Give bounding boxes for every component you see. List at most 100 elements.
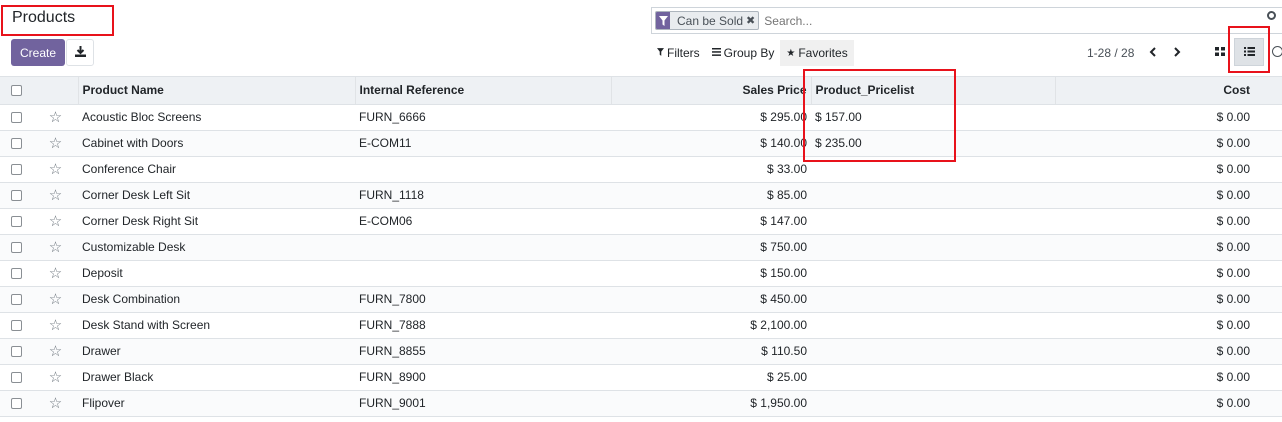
group-by-button[interactable]: Group By <box>706 40 781 66</box>
sales-price-cell[interactable]: $ 25.00 <box>611 364 811 391</box>
table-row[interactable]: ☆Four Person DeskFURN_8220$ 2,350.00 $ 0.… <box>0 416 1282 422</box>
sales-price-cell[interactable]: $ 750.00 <box>611 234 811 261</box>
cost-cell[interactable]: $ 0.00 <box>1055 234 1282 261</box>
table-row[interactable]: ☆ Flipover FURN_9001 $ 1,950.00 $ 0.00 <box>0 390 1282 417</box>
internal-reference-cell[interactable]: E-COM06 <box>355 208 611 235</box>
sales-price-cell[interactable]: $ 295.00 <box>611 104 811 131</box>
download-button[interactable] <box>66 39 94 66</box>
row-select-cell[interactable] <box>0 182 33 209</box>
table-row[interactable]: ☆ Corner Desk Left Sit FURN_1118 $ 85.00 $ 0… <box>0 182 1282 209</box>
row-checkbox[interactable] <box>11 345 22 357</box>
favorite-star-icon[interactable]: ☆ <box>33 364 78 391</box>
favorite-star-icon[interactable]: ☆ <box>33 260 78 287</box>
table-row[interactable]: ☆ Conference Chair $ 33.00 $ 0.00 <box>0 156 1282 183</box>
cost-cell[interactable]: $ 0.00 <box>1055 390 1282 417</box>
product-name-cell[interactable]: Corner Desk Left Sit <box>78 182 355 209</box>
row-select-cell[interactable] <box>0 104 33 131</box>
list-view-button[interactable] <box>1234 38 1264 66</box>
pager-next-button[interactable] <box>1169 43 1185 61</box>
row-checkbox[interactable] <box>11 111 22 123</box>
pricelist-cell[interactable]: $ 157.00 <box>811 104 1055 131</box>
cost-cell[interactable]: $ 0.00 <box>1055 312 1282 339</box>
select-all-checkbox[interactable] <box>11 84 22 96</box>
sales-price-cell[interactable]: $ 150.00 <box>611 260 811 287</box>
select-all-cell[interactable] <box>0 77 33 105</box>
favorite-star-icon[interactable]: ☆ <box>33 156 78 183</box>
row-select-cell[interactable] <box>0 338 33 365</box>
row-select-cell[interactable] <box>0 312 33 339</box>
sales-price-cell[interactable]: $ 2,350.00 <box>611 416 811 422</box>
cost-cell[interactable]: $ 0.00 <box>1055 208 1282 235</box>
product-name-cell[interactable]: Desk Combination <box>78 286 355 313</box>
favorite-star-icon[interactable]: ☆ <box>33 182 78 209</box>
row-select-cell[interactable] <box>0 156 33 183</box>
pricelist-cell[interactable] <box>811 364 1055 391</box>
cost-cell[interactable]: $ 0.00 <box>1055 104 1282 131</box>
pricelist-cell[interactable] <box>811 416 1055 422</box>
internal-reference-cell[interactable]: FURN_8855 <box>355 338 611 365</box>
row-checkbox[interactable] <box>11 267 22 279</box>
sales-price-cell[interactable]: $ 147.00 <box>611 208 811 235</box>
pricelist-cell[interactable] <box>811 208 1055 235</box>
row-checkbox[interactable] <box>11 293 22 305</box>
product-name-cell[interactable]: Drawer <box>78 338 355 365</box>
column-header-cost[interactable]: Cost <box>1054 77 1282 105</box>
row-select-cell[interactable] <box>0 390 33 417</box>
table-row[interactable]: ☆ Desk Combination FURN_7800 $ 450.00 $ 0.00 <box>0 286 1282 313</box>
column-header-sales-price[interactable]: Sales Price <box>610 77 811 105</box>
row-select-cell[interactable] <box>0 234 33 261</box>
product-name-cell[interactable]: Customizable Desk <box>78 234 355 261</box>
internal-reference-cell[interactable]: FURN_6666 <box>355 104 611 131</box>
pricelist-cell[interactable] <box>811 234 1055 261</box>
row-checkbox[interactable] <box>11 189 22 201</box>
favorite-star-icon[interactable]: ☆ <box>33 286 78 313</box>
internal-reference-cell[interactable]: FURN_7800 <box>355 286 611 313</box>
sales-price-cell[interactable]: $ 2,100.00 <box>611 312 811 339</box>
facet-remove-icon[interactable]: ✖ <box>746 12 758 29</box>
product-name-cell[interactable]: Deposit <box>78 260 355 287</box>
internal-reference-cell[interactable]: FURN_1118 <box>355 182 611 209</box>
sales-price-cell[interactable]: $ 140.00 <box>611 130 811 157</box>
product-name-cell[interactable]: Desk Stand with Screen <box>78 312 355 339</box>
cost-cell[interactable]: $ 0.00 <box>1055 260 1282 287</box>
sales-price-cell[interactable]: $ 85.00 <box>611 182 811 209</box>
internal-reference-cell[interactable]: FURN_8220 <box>355 416 611 422</box>
internal-reference-cell[interactable] <box>355 234 611 261</box>
pricelist-cell[interactable] <box>811 390 1055 417</box>
row-checkbox[interactable] <box>11 371 22 383</box>
cost-cell[interactable]: $ 0.00 <box>1055 182 1282 209</box>
pricelist-cell[interactable] <box>811 338 1055 365</box>
column-header-internal-reference[interactable]: Internal Reference <box>354 77 611 105</box>
favorite-star-icon[interactable]: ☆ <box>33 390 78 417</box>
favorite-star-icon[interactable]: ☆ <box>33 338 78 365</box>
sales-price-cell[interactable]: $ 33.00 <box>611 156 811 183</box>
pager-value[interactable]: 1-28 / 28 <box>1087 46 1134 60</box>
row-checkbox[interactable] <box>11 319 22 331</box>
pricelist-cell[interactable] <box>811 260 1055 287</box>
row-select-cell[interactable] <box>0 208 33 235</box>
pricelist-cell[interactable] <box>811 156 1055 183</box>
internal-reference-cell[interactable]: E-COM11 <box>355 130 611 157</box>
row-checkbox[interactable] <box>11 215 22 227</box>
row-select-cell[interactable] <box>0 130 33 157</box>
product-name-cell[interactable]: Four Person Desk <box>78 416 355 422</box>
product-name-cell[interactable]: Corner Desk Right Sit <box>78 208 355 235</box>
table-row[interactable]: ☆ Desk Stand with Screen FURN_7888 $ 2,100.… <box>0 312 1282 339</box>
pricelist-cell[interactable]: $ 235.00 <box>811 130 1055 157</box>
product-name-cell[interactable]: Drawer Black <box>78 364 355 391</box>
search-input[interactable] <box>764 13 1065 28</box>
internal-reference-cell[interactable] <box>355 260 611 287</box>
row-select-cell[interactable] <box>0 286 33 313</box>
column-header-product-name[interactable]: Product Name <box>77 77 355 105</box>
kanban-view-button[interactable] <box>1205 38 1235 66</box>
favorites-button[interactable]: ★ Favorites <box>780 40 854 66</box>
favorite-star-icon[interactable]: ☆ <box>33 234 78 261</box>
cost-cell[interactable]: $ 0.00 <box>1055 338 1282 365</box>
table-row[interactable]: ☆ Drawer Black FURN_8900 $ 25.00 $ 0.00 <box>0 364 1282 391</box>
product-name-cell[interactable]: Cabinet with Doors <box>78 130 355 157</box>
pricelist-cell[interactable] <box>811 286 1055 313</box>
pricelist-cell[interactable] <box>811 182 1055 209</box>
product-name-cell[interactable]: Flipover <box>78 390 355 417</box>
product-name-cell[interactable]: Acoustic Bloc Screens <box>78 104 355 131</box>
table-row[interactable]: ☆ Deposit $ 150.00 $ 0.00 <box>0 260 1282 287</box>
